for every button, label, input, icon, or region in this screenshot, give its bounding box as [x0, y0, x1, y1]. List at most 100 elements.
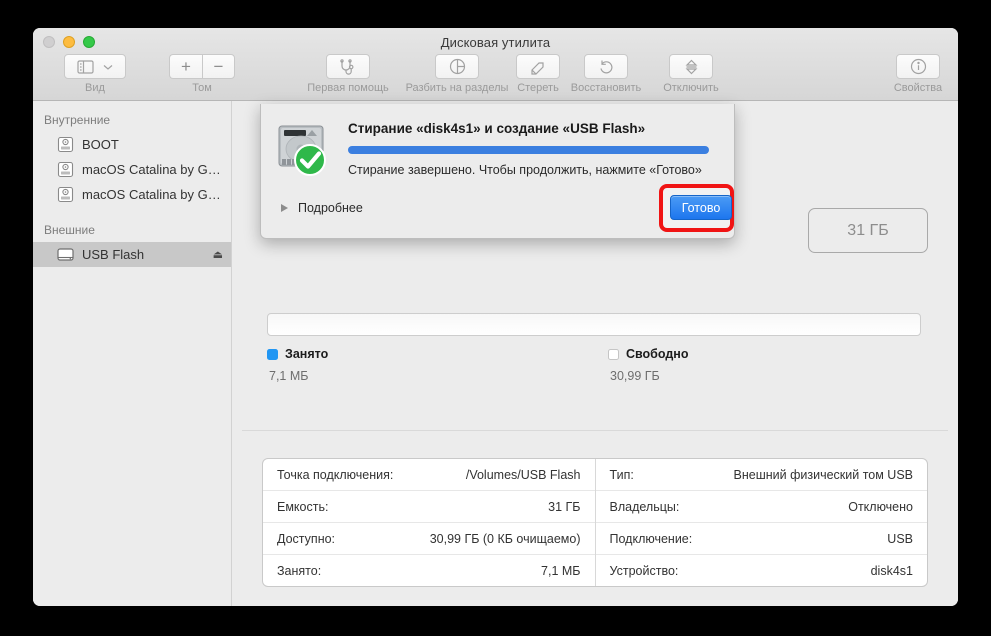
sheet-title: Стирание «disk4s1» и создание «USB Flash…	[348, 121, 646, 136]
info-key: Емкость:	[277, 499, 329, 514]
info-column-right: Тип: Внешний физический том USB Владельц…	[595, 459, 927, 586]
toolbar-item-restore[interactable]: Восстановить	[561, 54, 651, 94]
info-key: Точка подключения:	[277, 467, 394, 482]
info-row-connection: Подключение: USB	[595, 523, 927, 555]
toolbar-item-erase[interactable]: Стереть	[507, 54, 569, 94]
eject-stack-icon	[685, 59, 697, 74]
info-key: Подключение:	[609, 531, 693, 546]
volume-segmented-control[interactable]: + −	[169, 54, 235, 79]
disclosure-triangle-icon[interactable]	[281, 204, 288, 212]
toolbar-label-partition: Разбить на разделы	[405, 82, 509, 94]
legend-label-used: Занято	[285, 347, 329, 361]
disclosure-details[interactable]: Подробнее	[281, 201, 363, 215]
erase-button[interactable]	[516, 54, 560, 79]
sidebar-group-header-internal: Внутренние	[44, 113, 111, 127]
sidebar-icon	[76, 59, 94, 74]
info-key: Владельцы:	[609, 499, 680, 514]
sidebar-item-usb-flash[interactable]: USB Flash ⏏	[33, 242, 231, 267]
first-aid-button[interactable]	[326, 54, 370, 79]
toolbar-label-restore: Восстановить	[570, 82, 642, 94]
hard-drive-success-icon	[278, 125, 326, 176]
window-title: Дисковая утилита	[440, 35, 551, 50]
toolbar-label-view: Вид	[85, 82, 105, 94]
sidebar-group-header-external: Внешние	[44, 223, 95, 237]
info-key: Доступно:	[277, 531, 336, 546]
eject-icon[interactable]: ⏏	[213, 248, 223, 261]
capacity-legend: Занято 7,1 МБ Свободно 30,99 ГБ	[267, 347, 921, 397]
toolbar-label-info: Свойства	[893, 82, 943, 94]
info-value: Внешний физический том USB	[733, 467, 913, 482]
info-value: 7,1 МБ	[541, 563, 581, 578]
internal-disk-icon	[57, 186, 74, 203]
done-button[interactable]: Готово	[670, 195, 732, 220]
toolbar-label-unmount: Отключить	[663, 82, 719, 94]
pie-chart-icon	[449, 58, 465, 75]
capacity-badge: 31 ГБ	[808, 208, 928, 253]
sidebar-item-label: USB Flash	[82, 247, 145, 262]
info-value: Отключено	[848, 499, 913, 514]
sidebar-item-macos-catalina-1[interactable]: macOS Catalina by Ge…	[33, 157, 231, 182]
info-row-owners: Владельцы: Отключено	[595, 491, 927, 523]
legend-label-free: Свободно	[626, 347, 689, 361]
info-button[interactable]	[896, 54, 940, 79]
sidebar: Внутренние BOOT macOS Catalina by Ge… ma…	[33, 101, 232, 606]
toolbar-item-volume[interactable]: + − Том	[167, 54, 237, 94]
external-drive-icon	[57, 248, 74, 261]
toolbar-item-unmount[interactable]: Отключить	[647, 54, 735, 94]
erase-progress-sheet: Стирание «disk4s1» и создание «USB Flash…	[260, 104, 735, 239]
internal-disk-icon	[57, 136, 74, 153]
info-row-used: Занято: 7,1 МБ	[263, 555, 595, 586]
toolbar-item-first-aid[interactable]: Первая помощь	[301, 54, 395, 94]
stethoscope-icon	[340, 58, 354, 75]
info-value: /Volumes/USB Flash	[465, 467, 581, 482]
toolbar-label-first-aid: Первая помощь	[307, 82, 389, 94]
undo-icon	[599, 60, 612, 73]
info-value: USB	[887, 531, 913, 546]
info-value: disk4s1	[870, 563, 913, 578]
sidebar-item-label: macOS Catalina by Ge…	[82, 187, 223, 202]
info-row-type: Тип: Внешний физический том USB	[595, 459, 927, 491]
info-column-left: Точка подключения: /Volumes/USB Flash Ем…	[263, 459, 596, 586]
title-bar: Дисковая утилита Вид + − Том Первая помо…	[33, 28, 958, 101]
info-row-mount-point: Точка подключения: /Volumes/USB Flash	[263, 459, 595, 491]
view-button[interactable]	[64, 54, 126, 79]
info-icon	[910, 58, 926, 75]
screenshot-root: Дисковая утилита Вид + − Том Первая помо…	[0, 0, 991, 636]
legend-value-free: 30,99 ГБ	[610, 369, 660, 383]
info-key: Тип:	[609, 467, 634, 482]
toolbar-item-partition[interactable]: Разбить на разделы	[401, 54, 513, 94]
erase-icon	[530, 61, 544, 75]
sidebar-item-boot[interactable]: BOOT	[33, 132, 231, 157]
toolbar-item-info[interactable]: Свойства	[881, 54, 955, 94]
partition-button[interactable]	[435, 54, 479, 79]
disk-utility-window: Дисковая утилита Вид + − Том Первая помо…	[33, 28, 958, 606]
progress-bar	[348, 146, 709, 154]
disclosure-label: Подробнее	[298, 201, 363, 215]
sidebar-item-label: macOS Catalina by Ge…	[82, 162, 223, 177]
info-value: 30,99 ГБ (0 КБ очищаемо)	[429, 531, 581, 546]
volume-info-table: Точка подключения: /Volumes/USB Flash Ем…	[262, 458, 928, 587]
remove-volume-button[interactable]: −	[202, 54, 235, 79]
toolbar-item-view[interactable]: Вид	[55, 54, 135, 94]
info-key: Устройство:	[609, 563, 679, 578]
info-row-available: Доступно: 30,99 ГБ (0 КБ очищаемо)	[263, 523, 595, 555]
info-key: Занято:	[277, 563, 322, 578]
capacity-bar	[267, 313, 921, 336]
info-value: 31 ГБ	[548, 499, 581, 514]
sheet-message: Стирание завершено. Чтобы продолжить, на…	[348, 163, 702, 177]
sidebar-item-macos-catalina-2[interactable]: macOS Catalina by Ge…	[33, 182, 231, 207]
restore-button[interactable]	[584, 54, 628, 79]
chevron-down-icon	[103, 64, 112, 70]
legend-swatch-free	[608, 348, 619, 360]
toolbar: Вид + − Том Первая помощь Разбить на раз…	[33, 54, 958, 100]
legend-value-used: 7,1 МБ	[269, 369, 309, 383]
unmount-button[interactable]	[669, 54, 713, 79]
sidebar-item-label: BOOT	[82, 137, 119, 152]
sheet-panel: Стирание «disk4s1» и создание «USB Flash…	[260, 104, 735, 239]
legend-entry-used: Занято 7,1 МБ	[267, 347, 328, 383]
add-volume-button[interactable]: +	[169, 54, 202, 79]
toolbar-label-erase: Стереть	[517, 82, 559, 94]
toolbar-label-volume: Том	[192, 82, 212, 94]
legend-swatch-used	[267, 348, 278, 360]
legend-entry-free: Свободно 30,99 ГБ	[608, 347, 689, 383]
